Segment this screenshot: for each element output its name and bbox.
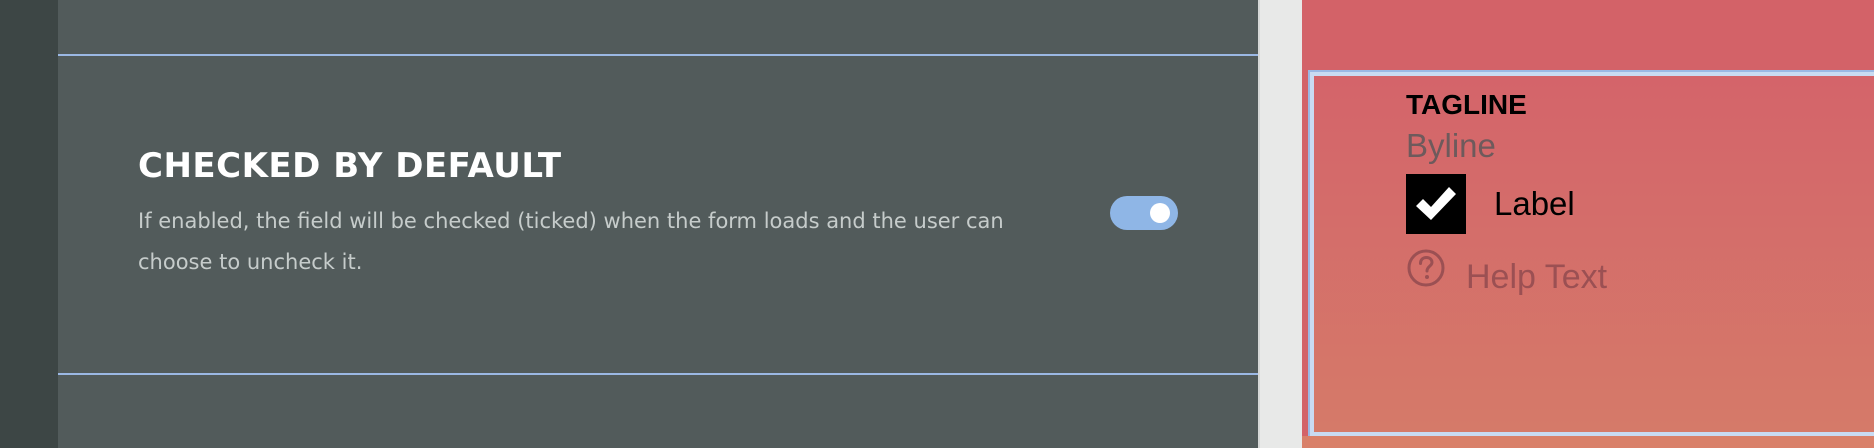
setting-description: If enabled, the field will be checked (t…: [138, 209, 1004, 274]
section-divider-bottom: [58, 373, 1258, 375]
setting-title: CHECKED BY DEFAULT: [138, 146, 562, 186]
checked-by-default-toggle[interactable]: [1110, 196, 1178, 230]
left-rail: [0, 0, 58, 448]
preview-field-card[interactable]: TAGLINE Byline Label Help Text: [1308, 70, 1874, 438]
preview-byline: Byline: [1406, 127, 1496, 164]
settings-panel: CHECKED BY DEFAULT If enabled, the field…: [58, 0, 1258, 448]
form-preview-panel: TAGLINE Byline Label Help Text: [1302, 0, 1874, 448]
preview-help-text: Help Text: [1466, 258, 1608, 296]
section-divider-top: [58, 54, 1258, 56]
preview-tagline: TAGLINE: [1406, 89, 1527, 120]
question-circle-icon: [1407, 249, 1445, 287]
panel-divider: [1258, 0, 1304, 448]
preview-checkbox[interactable]: [1406, 174, 1466, 234]
checkmark-icon: [1416, 187, 1456, 220]
toggle-knob-icon: [1150, 203, 1170, 223]
preview-bottom-band: [1302, 436, 1874, 448]
preview-checkbox-label[interactable]: Label: [1494, 184, 1575, 224]
